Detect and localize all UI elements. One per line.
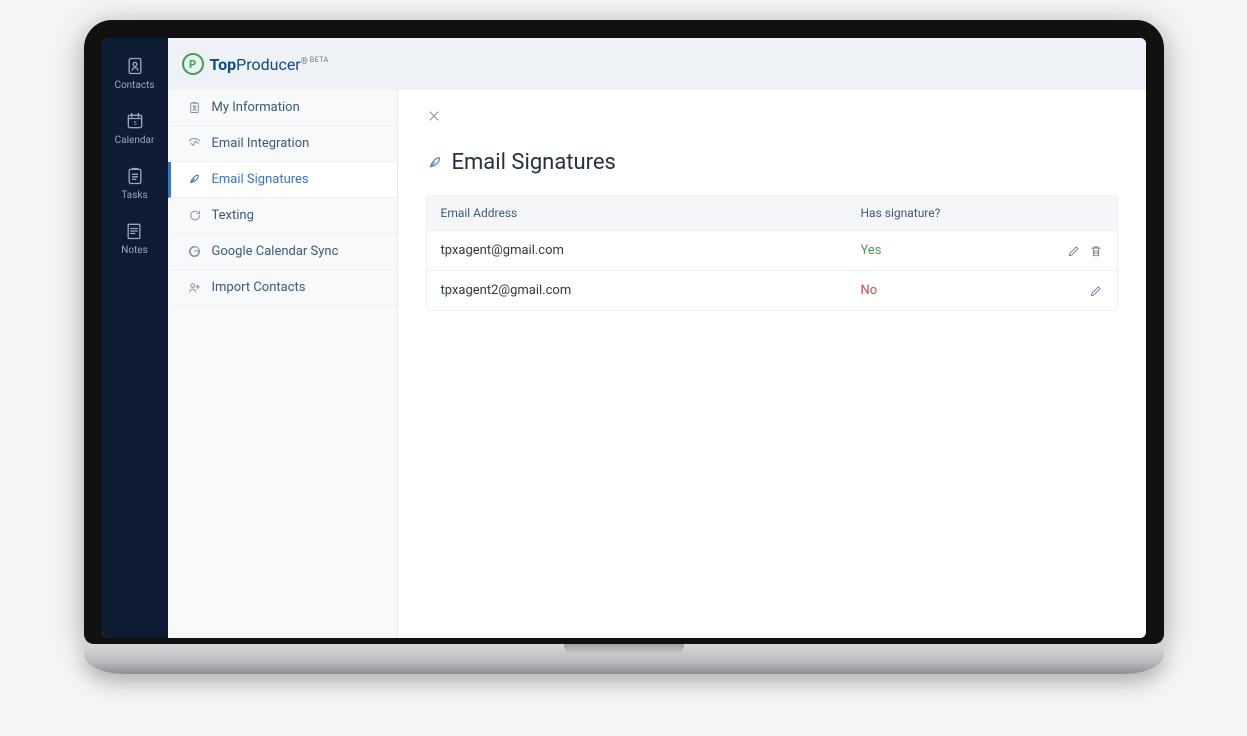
rail-item-tasks[interactable]: Tasks xyxy=(121,166,147,201)
delete-icon[interactable] xyxy=(1089,244,1103,258)
calendar-icon xyxy=(125,111,145,131)
nav-rail: Contacts Calendar Tasks Notes xyxy=(102,38,168,638)
cell-has-signature: No xyxy=(847,271,1047,310)
mail-icon xyxy=(187,136,202,151)
table-header: Email Address Has signature? xyxy=(427,196,1117,230)
page-title: Email Signatures xyxy=(452,150,616,175)
col-signature-header: Has signature? xyxy=(847,196,1047,230)
cell-email: tpxagent2@gmail.com xyxy=(427,271,847,310)
rail-item-contacts[interactable]: Contacts xyxy=(114,56,154,91)
table-row: tpxagent2@gmail.com No xyxy=(427,270,1117,310)
rail-label: Contacts xyxy=(114,80,154,91)
sidebar-item-label: Google Calendar Sync xyxy=(212,244,339,259)
contacts-icon xyxy=(125,56,145,76)
app-header: P TopProducer®BETA xyxy=(168,38,1146,90)
brand-word-b: Producer xyxy=(236,55,301,74)
laptop-base xyxy=(84,644,1164,674)
rail-label: Tasks xyxy=(121,190,147,201)
import-icon xyxy=(187,280,202,295)
sidebar-item-import-contacts[interactable]: Import Contacts xyxy=(168,270,397,306)
brand-word-a: Top xyxy=(210,55,237,74)
app-screen: Contacts Calendar Tasks Notes xyxy=(102,38,1146,638)
edit-icon[interactable] xyxy=(1089,284,1103,298)
feather-icon xyxy=(187,172,202,187)
sidebar-item-email-signatures[interactable]: Email Signatures xyxy=(168,162,397,198)
col-email-header: Email Address xyxy=(427,196,847,230)
signatures-table: Email Address Has signature? tpxagent@gm… xyxy=(426,195,1118,311)
cell-email: tpxagent@gmail.com xyxy=(427,231,847,270)
sidebar-item-email-integration[interactable]: Email Integration xyxy=(168,126,397,162)
col-actions-header xyxy=(1047,196,1117,230)
close-icon[interactable] xyxy=(426,108,442,124)
brand-logo[interactable]: P TopProducer®BETA xyxy=(182,53,327,75)
logo-mark-icon: P xyxy=(182,53,204,75)
sidebar-item-label: Email Signatures xyxy=(212,172,309,187)
tasks-icon xyxy=(125,166,145,186)
main-panel: Email Signatures Email Address Has signa… xyxy=(398,90,1146,638)
rail-item-calendar[interactable]: Calendar xyxy=(115,111,155,146)
settings-sidebar: My Information Email Integration Email S… xyxy=(168,90,398,638)
sidebar-item-label: Email Integration xyxy=(212,136,310,151)
sidebar-item-my-info[interactable]: My Information xyxy=(168,90,397,126)
gcal-icon xyxy=(187,244,202,259)
notes-icon xyxy=(124,221,144,241)
feather-icon xyxy=(426,154,444,172)
edit-icon[interactable] xyxy=(1067,244,1081,258)
table-row: tpxagent@gmail.com Yes xyxy=(427,230,1117,270)
sidebar-item-gcal-sync[interactable]: Google Calendar Sync xyxy=(168,234,397,270)
sidebar-item-label: Import Contacts xyxy=(212,280,306,295)
sidebar-item-texting[interactable]: Texting xyxy=(168,198,397,234)
beta-tag: BETA xyxy=(310,56,329,64)
rail-label: Calendar xyxy=(115,135,155,146)
sidebar-item-label: My Information xyxy=(212,100,300,115)
sidebar-item-label: Texting xyxy=(212,208,254,223)
rail-label: Notes xyxy=(121,245,148,256)
rail-item-notes[interactable]: Notes xyxy=(121,221,148,256)
cell-has-signature: Yes xyxy=(847,231,1047,270)
laptop-frame: Contacts Calendar Tasks Notes xyxy=(84,20,1164,674)
chat-icon xyxy=(187,208,202,223)
my-info-icon xyxy=(187,100,202,115)
